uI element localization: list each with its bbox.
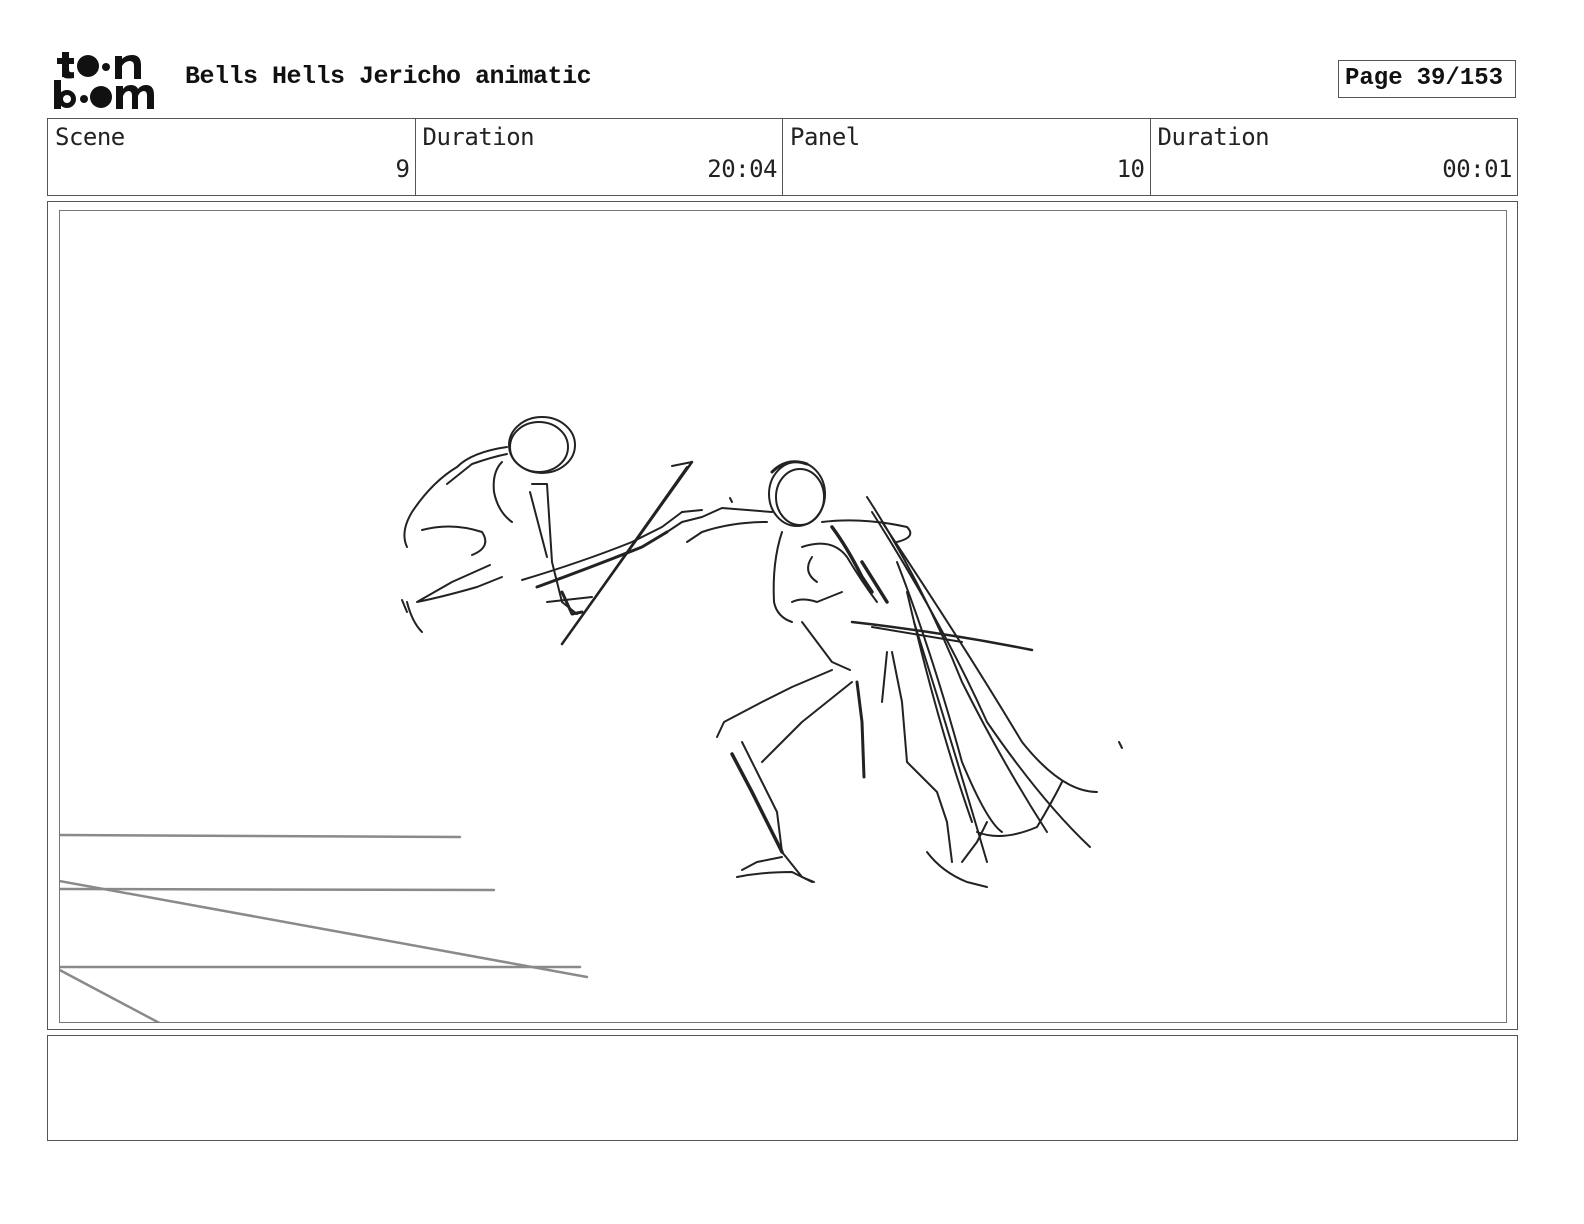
notes-box [47,1035,1518,1141]
scene-duration-cell: Duration 20:04 [416,119,783,195]
page-label: Page [1345,65,1403,92]
scene-value: 9 [395,155,410,183]
panel-duration-cell: Duration 00:01 [1151,119,1518,195]
toonboom-logo [52,50,164,112]
panel-cell: Panel 10 [783,119,1151,195]
project-title: Bells Hells Jericho animatic [185,62,592,91]
panel-duration-label: Duration [1157,123,1270,151]
right-figure-sketch [666,460,1123,888]
panel-label: Panel [790,123,860,151]
panel-image [59,210,1507,1023]
page-number: 39/153 [1416,65,1504,92]
left-figure-sketch [401,416,694,646]
scene-duration-value: 20:04 [707,155,777,183]
page-indicator: Page 39/153 [1338,60,1516,98]
ground-lines [60,833,589,1022]
scene-cell: Scene 9 [48,119,416,195]
scene-duration-label: Duration [422,123,535,151]
sketch-drawing [60,416,1123,1022]
panel-duration-value: 00:01 [1442,155,1512,183]
panel-info-bar: Scene 9 Duration 20:04 Panel 10 Duration… [47,118,1518,196]
panel-frame [47,201,1518,1030]
scene-label: Scene [55,123,125,151]
panel-value: 10 [1116,155,1145,183]
